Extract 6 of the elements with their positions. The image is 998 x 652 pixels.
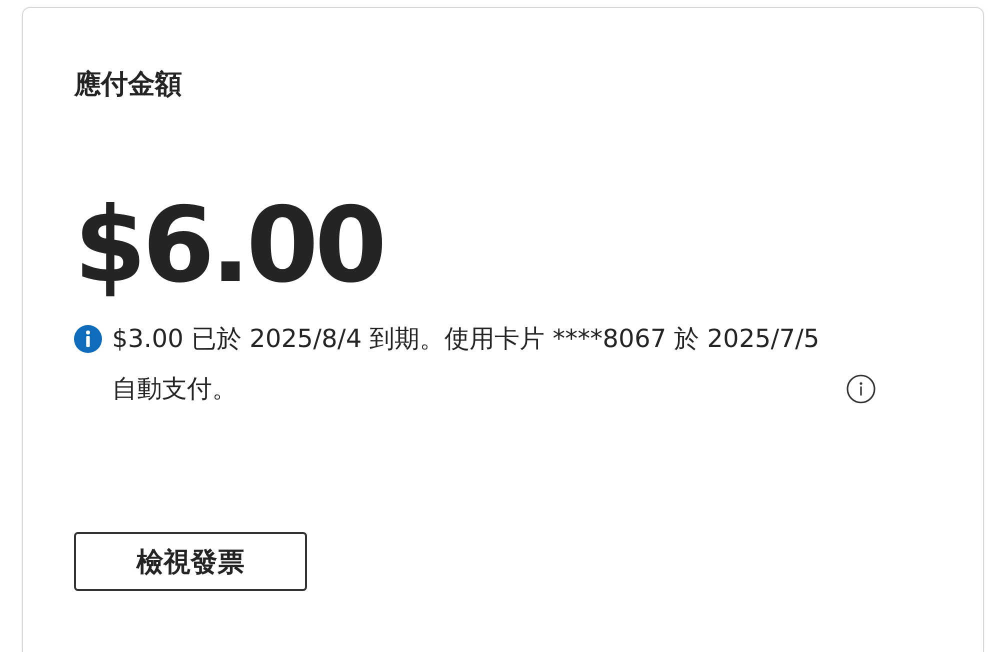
- amount-due: $6.00: [74, 190, 383, 300]
- payment-notice: $3.00 已於 2025/8/4 到期。使用卡片 ****8067 於 2025/7/5 自動支付。: [112, 323, 820, 405]
- card-title: 應付金額: [74, 68, 183, 102]
- info-icon[interactable]: [846, 374, 876, 404]
- view-invoice-button[interactable]: 檢視發票: [74, 532, 307, 591]
- info-icon: [74, 325, 102, 353]
